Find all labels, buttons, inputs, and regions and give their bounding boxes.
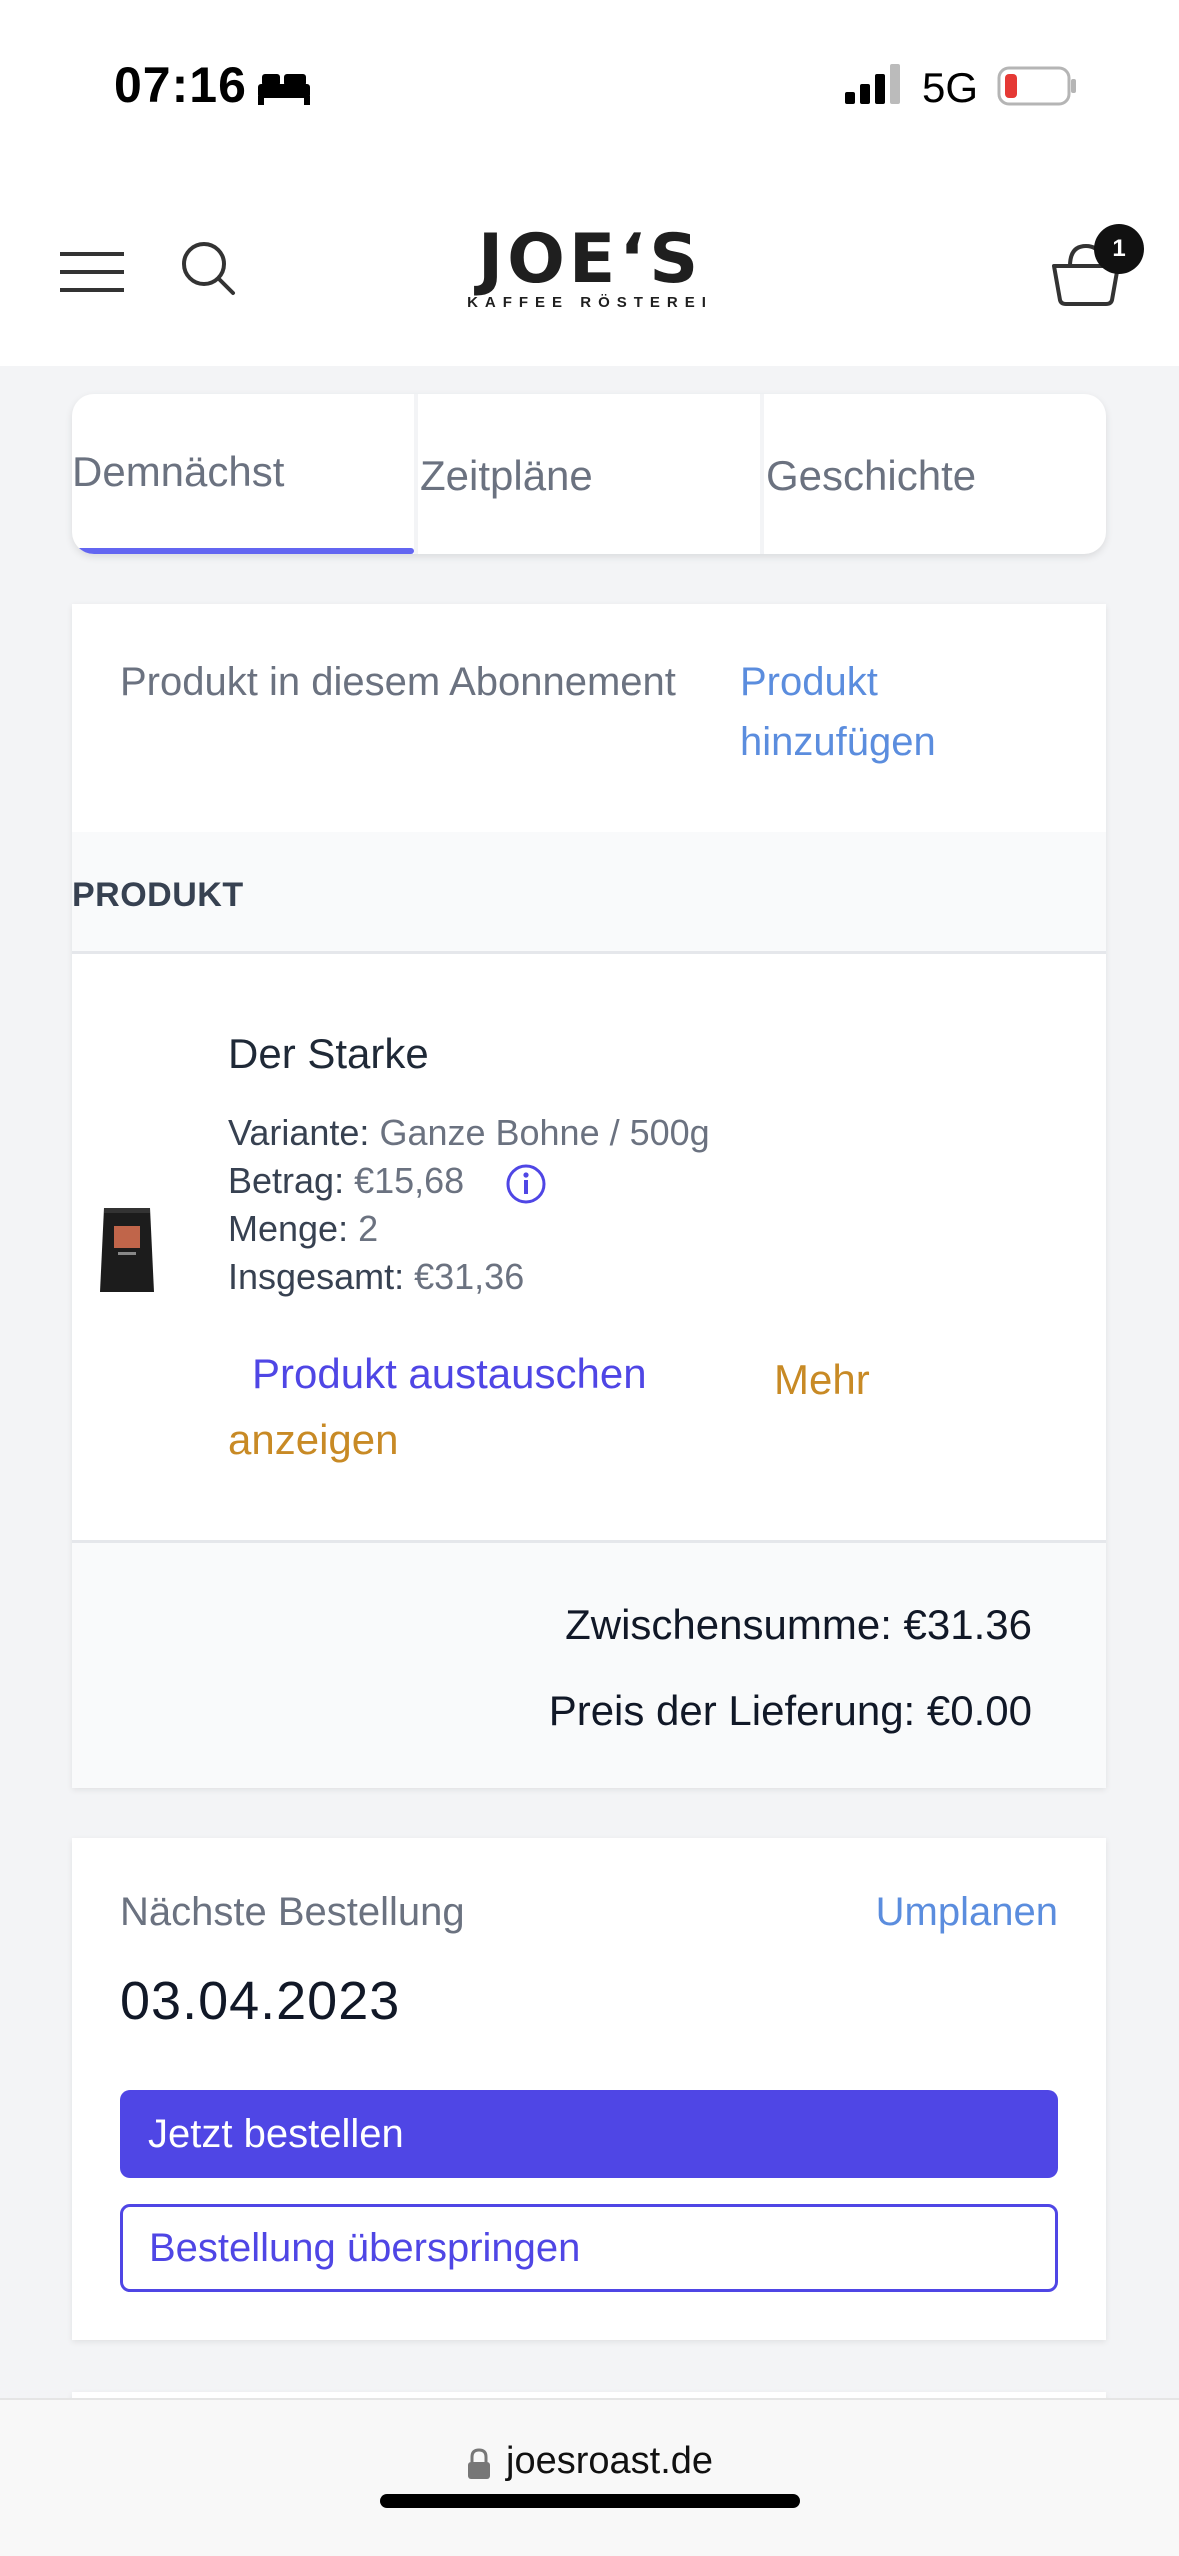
variant-value: Ganze Bohne / 500g <box>379 1112 710 1153</box>
hamburger-menu-icon[interactable] <box>60 250 126 294</box>
product-amount: Betrag: €15,68 <box>228 1160 464 1202</box>
subscription-products-card: Produkt in diesem Abonnement Produkt hin… <box>72 604 1106 1788</box>
swap-product-link[interactable]: Produkt austauschen <box>252 1350 647 1398</box>
product-image <box>100 1208 154 1292</box>
cellular-signal-icon <box>845 64 900 104</box>
brand-logo[interactable]: JOE‘S KAFFEE RÖSTEREI <box>430 220 750 312</box>
variant-label: Variante: <box>228 1112 370 1153</box>
next-order-card: Nächste Bestellung Umplanen 03.04.2023 J… <box>72 1838 1106 2340</box>
cart-count-badge: 1 <box>1094 224 1144 274</box>
subtotal: Zwischensumme: €31.36 <box>565 1601 1032 1648</box>
product-total: Insgesamt: €31,36 <box>228 1256 524 1298</box>
site-header: JOE‘S KAFFEE RÖSTEREI 1 <box>0 180 1179 366</box>
table-header: PRODUKT <box>72 832 1106 954</box>
tab-label: Demnächst <box>72 448 285 495</box>
next-order-date: 03.04.2023 <box>120 1971 401 2031</box>
column-header-product: PRODUKT <box>72 876 244 914</box>
product-variant: Variante: Ganze Bohne / 500g <box>228 1112 710 1154</box>
home-indicator <box>380 2494 800 2508</box>
amount-label: Betrag: <box>228 1160 345 1201</box>
quantity-label: Menge: <box>228 1208 349 1249</box>
lock-icon <box>468 2448 490 2479</box>
tab-demnaechst[interactable]: Demnächst <box>72 394 414 554</box>
browser-address-bar[interactable]: joesroast.de <box>0 2398 1179 2556</box>
status-bar: 07:16 5G <box>0 0 1179 180</box>
delivery-price: Preis der Lieferung: €0.00 <box>548 1687 1032 1734</box>
order-now-button[interactable]: Jetzt bestellen <box>120 2090 1058 2178</box>
sleep-focus-icon <box>258 74 310 105</box>
add-product-link[interactable]: Produkt hinzufügen <box>740 652 1040 772</box>
tab-label: Geschichte <box>766 452 977 499</box>
reschedule-link[interactable]: Umplanen <box>876 1890 1058 1935</box>
tab-label: Zeitpläne <box>420 452 593 499</box>
status-time: 07:16 <box>114 57 247 113</box>
subscription-tabs: Demnächst Zeitpläne Geschichte <box>72 394 1106 554</box>
product-name: Der Starke <box>228 1030 429 1077</box>
network-type: 5G <box>922 64 979 111</box>
quantity-value: 2 <box>358 1208 379 1249</box>
info-icon[interactable] <box>504 1162 548 1206</box>
section-heading: Produkt in diesem Abonnement <box>120 660 676 704</box>
order-summary: Zwischensumme: €31.36 Preis der Lieferun… <box>72 1540 1106 1788</box>
total-label: Insgesamt: <box>228 1256 405 1297</box>
tab-geschichte[interactable]: Geschichte <box>760 394 1106 554</box>
total-value: €31,36 <box>414 1256 525 1297</box>
url-text: joesroast.de <box>506 2440 714 2482</box>
tab-zeitplaene[interactable]: Zeitpläne <box>414 394 760 554</box>
amount-value: €15,68 <box>354 1160 465 1201</box>
skip-order-button[interactable]: Bestellung überspringen <box>120 2204 1058 2292</box>
search-icon[interactable] <box>180 240 236 296</box>
battery-icon <box>997 66 1076 106</box>
product-quantity: Menge: 2 <box>228 1208 378 1250</box>
next-order-label: Nächste Bestellung <box>120 1890 465 1934</box>
logo-wordmark: JOE‘S <box>477 220 703 299</box>
logo-tagline: KAFFEE RÖSTEREI <box>467 294 713 311</box>
